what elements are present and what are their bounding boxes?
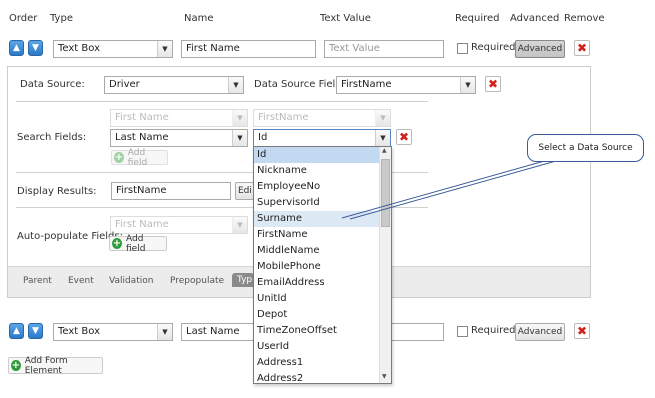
callout-pointer (341, 159, 557, 220)
callout-text: Select a Data Source (538, 143, 633, 153)
callout-bubble: Select a Data Source (527, 134, 644, 162)
